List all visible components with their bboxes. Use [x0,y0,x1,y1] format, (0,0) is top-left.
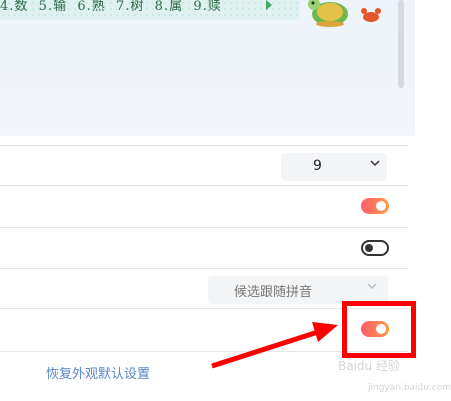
candidate-position-value: 候选跟随拼音 [234,285,313,300]
chevron-down-icon [369,157,381,172]
next-page-icon [266,0,272,10]
candidate-bar: 4.数 5.输 6.熟 7.树 8.属 9.赎 [0,0,300,20]
preview-scrollbar[interactable] [398,0,404,88]
toggle-knob [376,201,386,211]
watermark-brand: Baidu 经验 [338,359,400,373]
crab-mascot-icon [361,8,381,22]
toggle-switch-on[interactable] [361,198,389,214]
candidate-count-select[interactable]: 9 [281,153,387,181]
watermark-url: jingyan.baidu.com [368,383,451,393]
toggle-switch-off[interactable] [361,240,389,256]
candidate-count-row: 9 [0,145,408,186]
chevron-down-icon [366,280,378,295]
turtle-mascot-icon [308,0,348,27]
annotation-highlight-box [342,301,416,358]
candidate-list: 4.数 5.输 6.熟 7.树 8.属 9.赎 [0,0,222,14]
restore-default-appearance-link[interactable]: 恢复外观默认设置 [46,363,150,382]
toggle-row-2 [0,227,408,269]
skin-preview: 4.数 5.输 6.熟 7.树 8.属 9.赎 [0,0,415,136]
toggle-knob [365,244,373,252]
toggle-row-1 [0,185,408,228]
candidate-count-value: 9 [313,158,322,174]
candidate-position-select[interactable]: 候选跟随拼音 [208,276,388,304]
